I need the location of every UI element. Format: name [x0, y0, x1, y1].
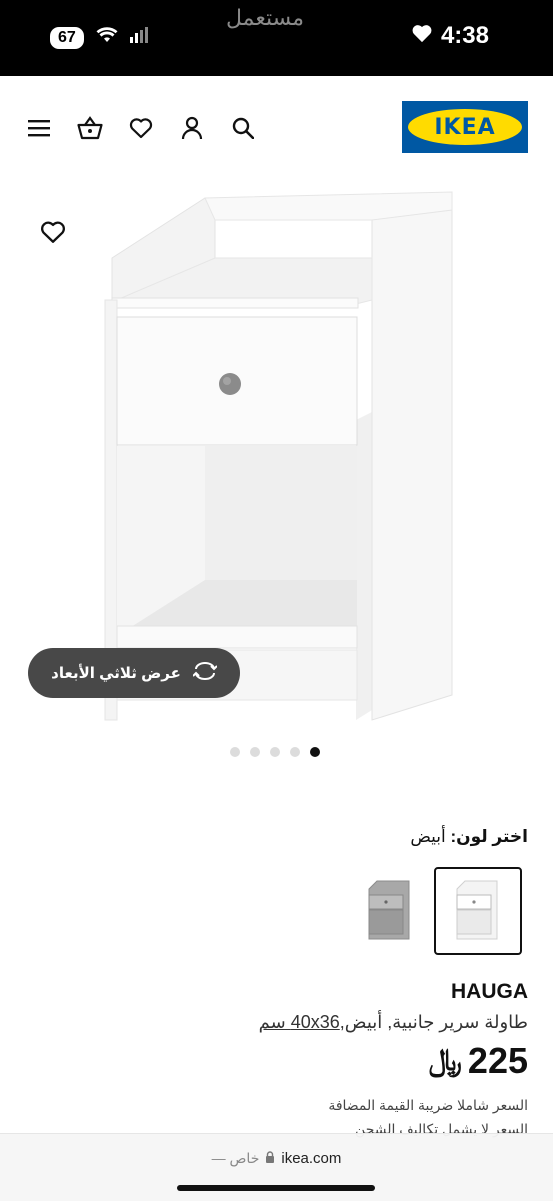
site-header: IKEA [0, 76, 553, 180]
white-nightstand-thumb [456, 880, 498, 940]
user-icon[interactable] [179, 115, 205, 141]
status-left: 67 [50, 26, 150, 49]
favourite-overlay-icon[interactable] [40, 220, 66, 249]
url-text[interactable]: ikea.com [281, 1150, 341, 1167]
private-label: خاص — [211, 1150, 260, 1166]
color-label: اختر لون: أبيض [410, 827, 528, 847]
product-description: طاولة سرير جانبية, أبيض,40x36 سم [259, 1012, 528, 1033]
basket-icon[interactable] [77, 115, 103, 141]
status-bar: 67 مستعمل 4:38 [0, 0, 553, 76]
gallery-dot-active[interactable] [310, 747, 320, 757]
view-3d-label: عرض ثلاثي الأبعاد [51, 665, 181, 682]
status-right: 4:38 [411, 22, 489, 50]
price-value: 225 [467, 1040, 528, 1081]
gallery-dots [230, 747, 320, 757]
color-label-prefix: اختر لون: [450, 827, 528, 846]
wifi-icon [96, 26, 118, 49]
rotate-3d-icon [192, 662, 218, 684]
signal-icon [129, 27, 150, 48]
watermark: مستعمل [226, 6, 305, 31]
home-indicator[interactable] [177, 1185, 375, 1191]
logo-oval: IKEA [408, 109, 522, 145]
url-row[interactable]: خاص — ikea.com [0, 1150, 553, 1167]
product-price: ﷼ 225 [429, 1040, 528, 1082]
gallery-dot[interactable] [290, 747, 300, 757]
color-swatch-white[interactable] [434, 867, 522, 955]
battery-indicator: 67 [50, 26, 84, 49]
view-3d-button[interactable]: عرض ثلاثي الأبعاد [28, 648, 240, 698]
browser-address-bar[interactable]: خاص — ikea.com [0, 1133, 553, 1201]
vat-note: السعر شاملا ضريبة القيمة المضافة [328, 1097, 528, 1113]
search-icon[interactable] [230, 115, 256, 141]
color-swatch-grey[interactable] [346, 867, 434, 955]
header-icons [26, 115, 256, 141]
lock-icon [265, 1150, 275, 1167]
ikea-logo[interactable]: IKEA [402, 101, 528, 153]
clock: 4:38 [440, 22, 489, 49]
heart-status-icon [411, 22, 433, 50]
grey-nightstand-thumb [368, 880, 410, 940]
currency-symbol: ﷼ [428, 1044, 462, 1077]
gallery-dot[interactable] [230, 747, 240, 757]
logo-text: IKEA [434, 114, 496, 140]
product-name: HAUGA [451, 980, 528, 1003]
menu-icon[interactable] [26, 115, 52, 141]
gallery-dot[interactable] [250, 747, 260, 757]
heart-icon[interactable] [128, 115, 154, 141]
product-image[interactable]: عرض ثلاثي الأبعاد [0, 180, 553, 740]
color-label-value: أبيض [410, 827, 446, 846]
product-description-main: طاولة سرير جانبية, أبيض, [339, 1012, 528, 1032]
gallery-dot[interactable] [270, 747, 280, 757]
product-dimensions-link[interactable]: 40x36 سم [259, 1012, 340, 1032]
